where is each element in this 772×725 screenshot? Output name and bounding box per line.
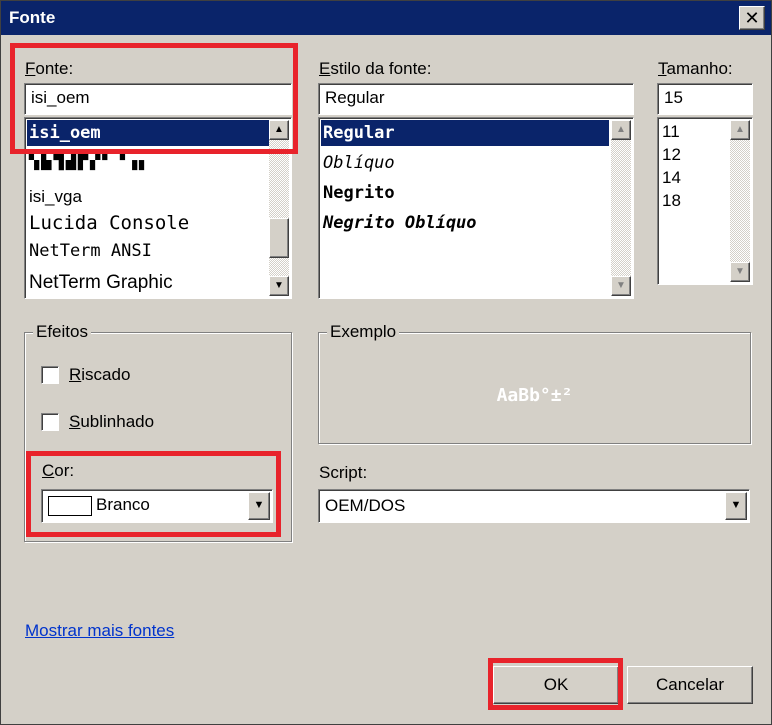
dialog-title: Fonte	[9, 8, 56, 27]
show-more-fonts-link[interactable]: Mostrar mais fontes	[25, 621, 174, 641]
strikethrough-label[interactable]: Riscado	[69, 365, 130, 385]
style-list-item[interactable]: Regular	[321, 120, 609, 146]
scroll-down-icon[interactable]: ▼	[269, 276, 289, 296]
font-list-item[interactable]: Lucida Console	[27, 210, 269, 236]
script-select[interactable]: OEM/DOS ▼	[318, 489, 750, 523]
sample-title: Exemplo	[327, 322, 400, 342]
font-style-label: Estilo da fonte:	[319, 59, 432, 78]
underline-label[interactable]: Sublinhado	[69, 412, 154, 432]
style-list-item[interactable]: Negrito Oblíquo	[321, 210, 609, 236]
style-list-scrollbar[interactable]: ▲ ▼	[611, 120, 631, 296]
scroll-up-icon[interactable]: ▲	[611, 120, 631, 140]
style-list-item[interactable]: Oblíquo	[321, 150, 609, 176]
size-list-item[interactable]: 14	[660, 166, 728, 189]
highlight-color-box	[26, 451, 281, 537]
size-list[interactable]: 11 12 14 18 ▲ ▼	[657, 117, 753, 285]
size-list-item[interactable]: 11	[660, 120, 728, 143]
font-list-item[interactable]: NetTerm Graphic	[27, 270, 269, 296]
size-input[interactable]: 15	[657, 83, 753, 115]
font-style-list[interactable]: Regular Oblíquo Negrito Negrito Oblíquo …	[318, 117, 634, 299]
effects-title: Efeitos	[33, 322, 91, 342]
size-list-item[interactable]: 18	[660, 189, 728, 212]
font-style-input[interactable]: Regular	[318, 83, 634, 115]
close-button[interactable]: ✕	[739, 6, 765, 30]
size-label: Tamanho:	[658, 59, 733, 78]
sample-text: AaBb°±²	[496, 385, 573, 406]
highlight-font-box	[10, 43, 298, 154]
style-list-item[interactable]: Negrito	[321, 180, 609, 206]
scroll-up-icon[interactable]: ▲	[730, 120, 750, 140]
cancel-button[interactable]: Cancelar	[627, 666, 753, 704]
script-label: Script:	[319, 463, 368, 482]
font-dialog: Fonte ✕ Fonte: isi_oem isi_oem ▚▙▜▟▛▞▘▝▗…	[0, 0, 772, 725]
close-icon: ✕	[744, 8, 760, 28]
scroll-down-icon[interactable]: ▼	[730, 262, 750, 282]
size-list-scrollbar[interactable]: ▲ ▼	[730, 120, 750, 282]
scroll-down-icon[interactable]: ▼	[611, 276, 631, 296]
font-list-item[interactable]: isi_vga	[27, 184, 269, 210]
title-bar[interactable]: Fonte ✕	[1, 1, 771, 35]
highlight-ok-box	[488, 658, 623, 710]
font-list-item[interactable]: NetTerm ANSI	[27, 238, 269, 264]
underline-checkbox[interactable]	[41, 413, 59, 431]
chevron-down-icon[interactable]: ▼	[725, 492, 747, 520]
scroll-thumb[interactable]	[269, 218, 289, 258]
sample-group: Exemplo AaBb°±²	[318, 322, 751, 444]
strikethrough-checkbox[interactable]	[41, 366, 59, 384]
size-list-item[interactable]: 12	[660, 143, 728, 166]
